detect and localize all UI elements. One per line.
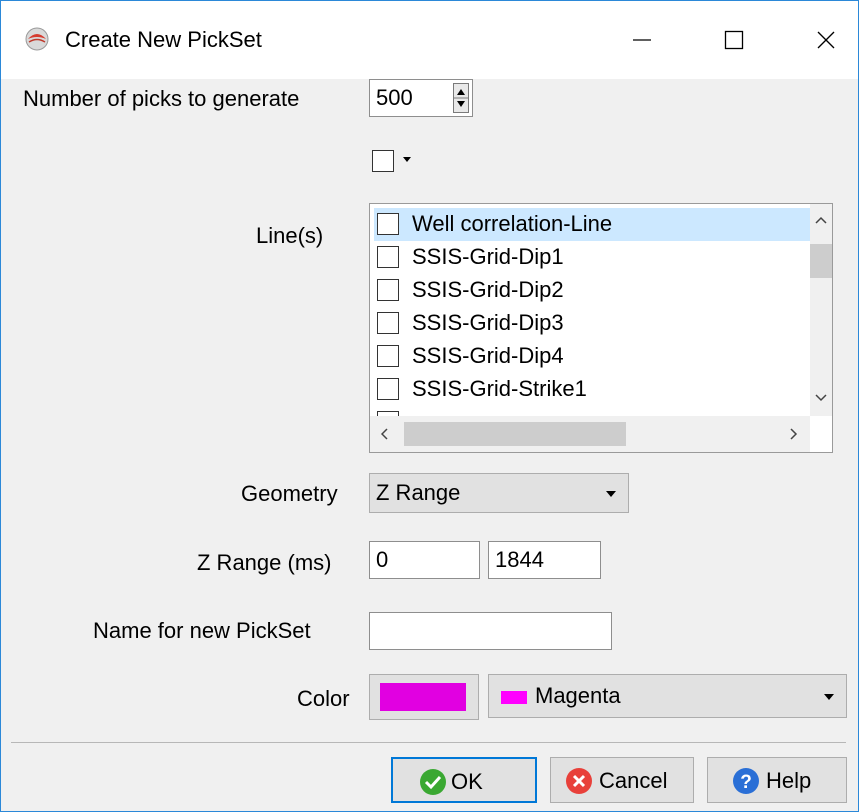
color-value: Magenta	[535, 683, 621, 708]
list-item[interactable]: SSIS-Grid-Dip1	[374, 241, 810, 274]
scroll-up-icon[interactable]	[815, 216, 827, 224]
svg-text:?: ?	[740, 772, 752, 793]
ok-button-label: OK	[451, 769, 483, 794]
chevron-down-icon	[606, 491, 616, 497]
line-label: SSIS-Grid-Dip1	[412, 244, 564, 269]
create-pickset-dialog: Create New PickSet Number of picks to ge…	[0, 0, 859, 812]
pickset-name-field[interactable]	[369, 612, 612, 650]
ok-button[interactable]: OK	[391, 757, 537, 803]
maximize-icon	[724, 30, 744, 50]
zrange-start-value: 0	[376, 547, 389, 572]
scroll-right-icon[interactable]	[790, 428, 798, 440]
zrange-stop-value: 1844	[495, 547, 544, 572]
spin-arrows-icon	[454, 89, 468, 107]
cancel-button-label: Cancel	[599, 768, 668, 793]
line-label: SSIS-Grid-Strike1	[412, 376, 587, 401]
list-item[interactable]: SSIS-Grid-Dip4	[374, 340, 810, 373]
title-bar[interactable]: Create New PickSet	[1, 1, 858, 79]
minimize-button[interactable]	[596, 1, 688, 79]
geometry-select[interactable]: Z Range	[369, 473, 629, 513]
zrange-start-field[interactable]: 0	[369, 541, 480, 579]
check-icon	[420, 769, 446, 795]
help-button-label: Help	[766, 768, 812, 793]
zrange-stop-field[interactable]: 1844	[488, 541, 601, 579]
color-label: Color	[297, 686, 350, 711]
pickset-name-label: Name for new PickSet	[93, 618, 311, 643]
scroll-down-icon[interactable]	[815, 394, 827, 402]
color-picker-button[interactable]	[369, 674, 479, 720]
line-label: SSIS-Grid-Dip4	[412, 343, 564, 368]
chevron-down-icon	[824, 694, 834, 700]
horizontal-scrollbar[interactable]	[370, 416, 810, 452]
line-label: SSIS-Grid-Dip2	[412, 277, 564, 302]
color-swatch	[380, 683, 466, 711]
list-item[interactable]: SSIS-Grid-Dip2	[374, 274, 810, 307]
horizontal-scroll-thumb[interactable]	[404, 422, 626, 446]
line-checkbox[interactable]	[377, 378, 399, 400]
vertical-scrollbar[interactable]	[810, 204, 832, 416]
color-select[interactable]: Magenta	[488, 674, 847, 718]
line-label: SSIS-Grid-Dip3	[412, 310, 564, 335]
list-item[interactable]: SSIS-Grid-Dip3	[374, 307, 810, 340]
help-icon: ?	[733, 768, 759, 794]
minimize-icon	[633, 39, 651, 41]
line-checkbox[interactable]	[377, 279, 399, 301]
maximize-button[interactable]	[688, 1, 780, 79]
geometry-value: Z Range	[376, 480, 461, 505]
window-title: Create New PickSet	[65, 27, 262, 52]
num-picks-spinbox[interactable]: 500	[369, 79, 473, 117]
geometry-label: Geometry	[241, 481, 338, 506]
list-item[interactable]: SSIS-Grid-Strike1	[374, 373, 810, 406]
line-label: Well correlation-Line	[412, 211, 613, 236]
color-swatch-small	[501, 691, 527, 704]
cancel-icon	[566, 768, 592, 794]
line-checkbox[interactable]	[377, 345, 399, 367]
select-menu-arrow-icon[interactable]	[403, 157, 411, 162]
divider	[11, 742, 846, 743]
scroll-left-icon[interactable]	[380, 428, 388, 440]
line-checkbox[interactable]	[377, 312, 399, 334]
lines-list[interactable]: Well correlation-Line SSIS-Grid-Dip1 SSI…	[369, 203, 833, 453]
close-button[interactable]	[780, 1, 859, 79]
num-picks-value: 500	[376, 85, 413, 110]
help-button[interactable]: ? Help	[707, 757, 847, 803]
vertical-scroll-thumb[interactable]	[810, 244, 832, 278]
num-picks-label: Number of picks to generate	[23, 86, 300, 111]
line-checkbox[interactable]	[377, 213, 399, 235]
close-icon	[817, 31, 835, 49]
spin-buttons[interactable]	[453, 83, 469, 113]
line-checkbox[interactable]	[377, 246, 399, 268]
lines-label: Line(s)	[256, 223, 324, 248]
zrange-label: Z Range (ms)	[197, 550, 332, 575]
select-all-checkbox[interactable]	[372, 150, 394, 172]
list-item[interactable]: Well correlation-Line	[374, 208, 810, 241]
cancel-button[interactable]: Cancel	[550, 757, 694, 803]
opendtect-icon	[25, 27, 49, 51]
